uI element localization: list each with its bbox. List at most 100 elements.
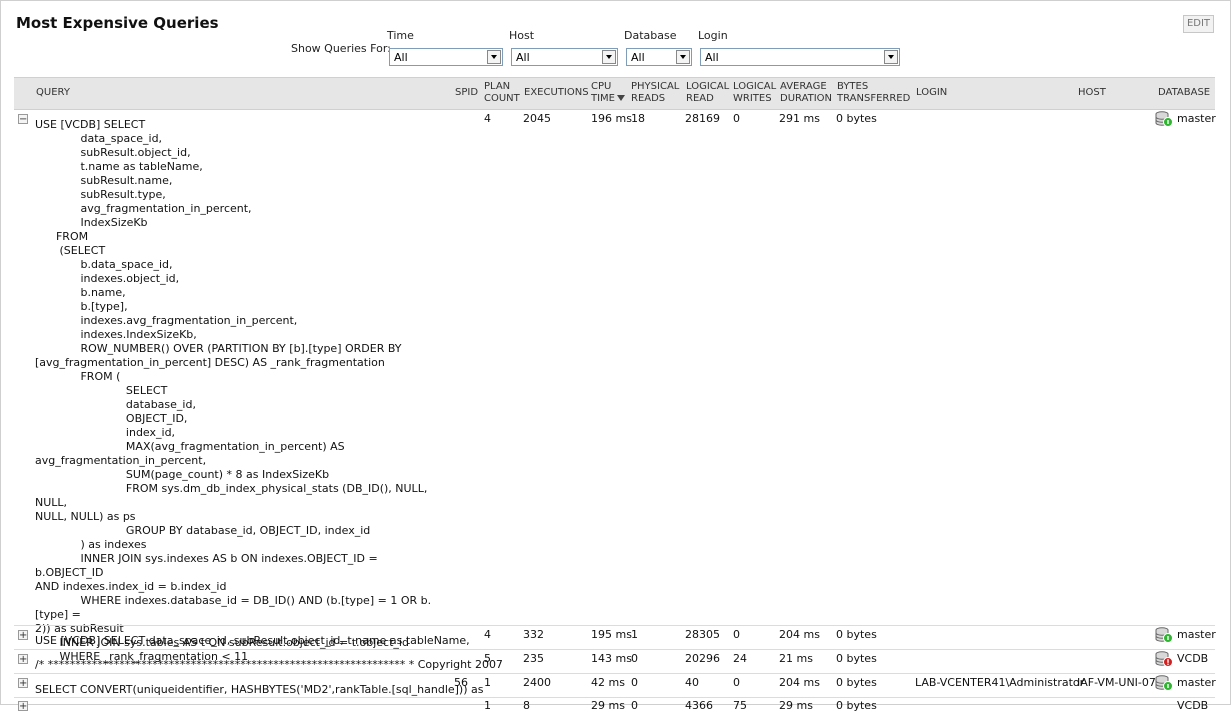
time-filter-label: Time — [387, 29, 414, 42]
col-header-physical-reads[interactable]: PHYSICAL READS — [631, 81, 679, 105]
login-filter-value: All — [705, 51, 719, 64]
time-filter-select[interactable]: All — [389, 48, 503, 66]
cell-database: VCDB — [1177, 699, 1209, 712]
cell-cpu-time: 196 ms — [591, 112, 632, 125]
collapse-icon[interactable]: − — [18, 114, 28, 125]
show-queries-label: Show Queries For: — [291, 42, 391, 55]
col-header-cpu-time[interactable]: CPU TIME — [591, 81, 626, 105]
cell-database: master — [1177, 676, 1216, 689]
col-header-cpu-time-line1: CPU — [591, 81, 612, 92]
col-header-plan-count[interactable]: PLAN COUNT — [484, 81, 520, 105]
cell-average-duration: 21 ms — [779, 652, 813, 665]
col-header-bytes-transferred-line2: TRANSFERRED — [837, 93, 911, 104]
page-title: Most Expensive Queries — [16, 14, 219, 32]
login-filter-label: Login — [698, 29, 728, 42]
cell-cpu-time: 143 ms — [591, 652, 632, 665]
cell-plan-count: 1 — [484, 699, 491, 712]
cell-executions: 2045 — [523, 112, 551, 125]
cell-executions: 2400 — [523, 676, 551, 689]
cell-logical-read: 20296 — [685, 652, 720, 665]
host-filter-select[interactable]: All — [511, 48, 618, 66]
expand-icon[interactable]: + — [18, 678, 28, 689]
cell-physical-reads: 0 — [631, 699, 638, 712]
cell-database: VCDB — [1177, 652, 1209, 665]
col-header-login[interactable]: LOGIN — [916, 87, 947, 99]
query-text[interactable]: SELECT CONVERT(uniqueidentifier, HASHBYT… — [35, 683, 484, 696]
chevron-down-icon[interactable] — [884, 50, 898, 64]
cell-executions: 8 — [523, 699, 530, 712]
cell-login: LAB-VCENTER41\Administrator — [915, 676, 1085, 689]
chevron-down-icon[interactable] — [487, 50, 501, 64]
col-header-average-duration-line2: DURATION — [780, 93, 833, 104]
cell-logical-writes: 24 — [733, 652, 747, 665]
col-header-physical-reads-line1: PHYSICAL — [631, 81, 680, 92]
cell-plan-count: 5 — [484, 652, 491, 665]
database-filter-label: Database — [624, 29, 677, 42]
database-error-icon — [1155, 651, 1173, 667]
col-header-logical-writes-line2: WRITES — [733, 93, 772, 104]
cell-database: master — [1177, 112, 1216, 125]
col-header-bytes-transferred-line1: BYTES — [837, 81, 869, 92]
col-header-logical-writes[interactable]: LOGICAL WRITES — [733, 81, 776, 105]
login-filter-select[interactable]: All — [700, 48, 900, 66]
database-filter-select[interactable]: All — [626, 48, 692, 66]
database-filter-value: All — [631, 51, 645, 64]
row-divider — [14, 625, 1215, 626]
cell-executions: 332 — [523, 628, 544, 641]
cell-logical-writes: 75 — [733, 699, 747, 712]
row-divider — [14, 697, 1215, 698]
cell-cpu-time: 195 ms — [591, 628, 632, 641]
col-header-plan-count-line1: PLAN — [484, 81, 511, 92]
chevron-down-icon[interactable] — [676, 50, 690, 64]
cell-logical-read: 40 — [685, 676, 699, 689]
col-header-database[interactable]: DATABASE — [1158, 87, 1210, 99]
col-header-logical-read-line1: LOGICAL — [686, 81, 730, 92]
cell-plan-count: 4 — [484, 112, 491, 125]
col-header-logical-read[interactable]: LOGICAL READ — [686, 81, 729, 105]
cell-logical-writes: 0 — [733, 676, 740, 689]
cell-plan-count: 4 — [484, 628, 491, 641]
cell-logical-writes: 0 — [733, 628, 740, 641]
cell-executions: 235 — [523, 652, 544, 665]
cell-bytes-transferred: 0 bytes — [836, 112, 877, 125]
col-header-query[interactable]: QUERY — [36, 87, 70, 99]
col-header-host[interactable]: HOST — [1078, 87, 1106, 99]
cell-cpu-time: 29 ms — [591, 699, 625, 712]
host-filter-label: Host — [509, 29, 535, 42]
col-header-bytes-transferred[interactable]: BYTES TRANSFERRED — [837, 81, 910, 105]
query-text[interactable]: USE [VCDB] SELECT data_space_id, subResu… — [35, 634, 470, 647]
cell-physical-reads: 0 — [631, 652, 638, 665]
time-filter-value: All — [394, 51, 408, 64]
col-header-physical-reads-line2: READS — [631, 93, 666, 104]
expand-icon[interactable]: + — [18, 654, 28, 665]
cell-logical-read: 28169 — [685, 112, 720, 125]
chevron-down-icon[interactable] — [602, 50, 616, 64]
cell-average-duration: 204 ms — [779, 628, 820, 641]
cell-database: master — [1177, 628, 1216, 641]
database-ok-icon — [1155, 627, 1173, 643]
sort-descending-icon — [617, 95, 626, 101]
cell-average-duration: 29 ms — [779, 699, 813, 712]
expand-icon[interactable]: + — [18, 701, 28, 712]
cell-spid: 56 — [454, 676, 468, 689]
cell-bytes-transferred: 0 bytes — [836, 652, 877, 665]
host-filter-value: All — [516, 51, 530, 64]
query-text-expanded: USE [VCDB] SELECT data_space_id, subResu… — [35, 118, 432, 663]
cell-bytes-transferred: 0 bytes — [836, 699, 877, 712]
col-header-logical-writes-line1: LOGICAL — [733, 81, 777, 92]
expand-icon[interactable]: + — [18, 630, 28, 641]
cell-host: IAF-VM-UNI-07 — [1077, 676, 1156, 689]
row-divider — [14, 673, 1215, 674]
col-header-logical-read-line2: READ — [686, 93, 714, 104]
cell-logical-writes: 0 — [733, 112, 740, 125]
cell-average-duration: 291 ms — [779, 112, 820, 125]
cell-logical-read: 28305 — [685, 628, 720, 641]
database-ok-icon — [1155, 111, 1173, 127]
col-header-spid[interactable]: SPID — [455, 87, 478, 99]
query-text[interactable]: /* *************************************… — [35, 658, 503, 671]
row-divider — [14, 649, 1215, 650]
col-header-average-duration[interactable]: AVERAGE DURATION — [780, 81, 832, 105]
edit-button[interactable]: EDIT — [1183, 15, 1214, 33]
col-header-executions[interactable]: EXECUTIONS — [524, 87, 589, 99]
cell-plan-count: 1 — [484, 676, 491, 689]
